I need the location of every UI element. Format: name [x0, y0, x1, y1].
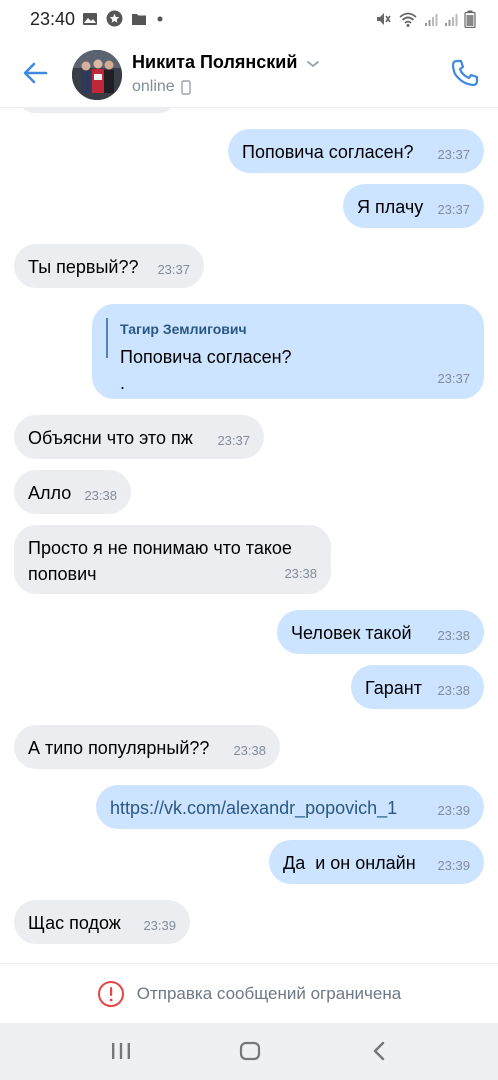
contact-name: Никита Полянский [132, 52, 298, 72]
battery-icon [464, 10, 476, 28]
message-link[interactable]: https://vk.com/alexandr_popovich_1 [110, 798, 397, 818]
message-bubble-reply[interactable]: Тагир Землигович Поповича согласен? . 23… [92, 304, 484, 399]
message-bubble-outgoing[interactable]: Гарант 23:38 [351, 665, 484, 709]
avatar-photo [72, 50, 122, 100]
message-bubble-incoming[interactable]: Ты первый?? 23:37 [14, 244, 204, 288]
star-badge-icon [106, 10, 123, 27]
message-bubble-incoming[interactable]: Щас подож 23:39 [14, 900, 190, 944]
message-time: 23:39 [437, 803, 470, 818]
message-time: 23:38 [84, 488, 117, 503]
message-text: Поповича согласен? [242, 142, 414, 162]
status-bar: 23:40 [0, 0, 498, 38]
message-list[interactable]: Поповича согласен? 23:37 Я плачу 23:37 Т… [0, 108, 498, 963]
message-text: Объясни что это пж [28, 428, 193, 448]
messaging-restricted-bar: Отправка сообщений ограничена [0, 963, 498, 1023]
reply-author: Тагир Землигович [120, 321, 247, 337]
back-arrow-icon[interactable] [20, 58, 50, 88]
message-time: 23:39 [143, 918, 176, 933]
mobile-device-icon [181, 79, 191, 95]
message-bubble-incoming[interactable]: А типо популярный?? 23:38 [14, 725, 280, 769]
message-text: . [120, 373, 126, 393]
chat-header: Никита Полянский online [0, 38, 498, 108]
chat-title[interactable]: Никита Полянский online [132, 52, 320, 96]
message-time: 23:38 [437, 628, 470, 643]
folder-icon [132, 13, 146, 25]
message-time: 23:39 [437, 858, 470, 873]
message-text: Алло [28, 483, 72, 503]
message-text: Щас подож [28, 913, 121, 933]
online-status-text: online [132, 78, 175, 95]
message-time: 23:37 [437, 371, 470, 386]
reply-quote-bar [106, 318, 108, 358]
mute-icon [377, 13, 391, 25]
android-navigation-bar [0, 1023, 498, 1080]
signal-icon-1 [425, 14, 438, 26]
message-bubble-outgoing[interactable]: Поповича согласен? 23:37 [228, 129, 484, 173]
reply-quoted-text: Поповича согласен? [120, 347, 292, 367]
message-text: Я плачу [357, 197, 424, 217]
message-text: Ты первый?? [28, 257, 139, 277]
message-time: 23:37 [157, 262, 190, 277]
back-nav-icon[interactable] [370, 1039, 390, 1063]
status-notification-icons [82, 10, 165, 27]
avatar[interactable] [72, 50, 122, 100]
recent-apps-icon[interactable] [110, 1039, 132, 1063]
message-bubble-incoming[interactable]: Просто я не понимаю что такое попович 23… [14, 525, 331, 594]
message-time: 23:37 [217, 433, 250, 448]
message-text-line: попович [28, 564, 97, 584]
phone-call-icon[interactable] [448, 56, 482, 90]
gallery-icon [83, 12, 97, 25]
message-time: 23:38 [284, 566, 317, 581]
dot-icon [157, 16, 163, 21]
chevron-down-icon [306, 60, 319, 67]
signal-icon-2 [445, 14, 458, 26]
message-bubble-outgoing[interactable]: Человек такой 23:38 [277, 610, 484, 654]
restricted-message-text: Отправка сообщений ограничена [136, 983, 402, 1003]
message-text-line: Просто я не понимаю что такое [28, 538, 292, 558]
message-text: Да и он онлайн [283, 853, 416, 873]
message-text: Человек такой [291, 623, 412, 643]
message-time: 23:38 [233, 743, 266, 758]
message-time: 23:38 [437, 683, 470, 698]
home-icon[interactable] [238, 1039, 262, 1063]
online-status: online [132, 78, 320, 96]
message-time: 23:37 [437, 202, 470, 217]
message-text: Гарант [365, 678, 422, 698]
message-bubble-outgoing[interactable]: Я плачу 23:37 [343, 184, 484, 228]
message-bubble-partial[interactable] [18, 108, 176, 113]
message-bubble-link[interactable]: https://vk.com/alexandr_popovich_1 23:39 [96, 785, 484, 829]
message-time: 23:37 [437, 147, 470, 162]
status-system-icons [374, 10, 476, 28]
message-bubble-incoming[interactable]: Алло 23:38 [14, 470, 131, 514]
message-bubble-incoming[interactable]: Объясни что это пж 23:37 [14, 415, 264, 459]
message-bubble-outgoing[interactable]: Да и он онлайн 23:39 [269, 840, 484, 884]
message-text: А типо популярный?? [28, 738, 210, 758]
wifi-icon [399, 12, 417, 27]
warning-icon [97, 980, 124, 1007]
status-time: 23:40 [30, 9, 76, 29]
